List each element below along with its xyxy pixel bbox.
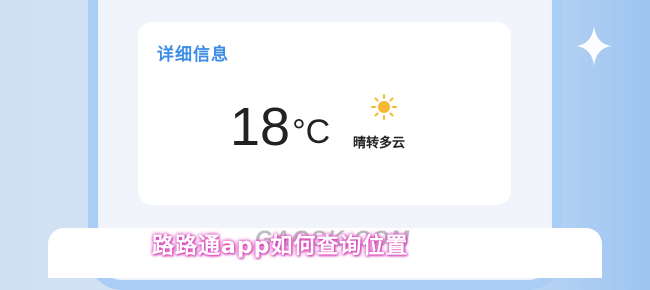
article-title-banner: 路路通app如何查询位置 [152, 234, 409, 259]
sparkle-icon [576, 26, 612, 66]
temperature-readout: 18°C [230, 100, 330, 154]
sun-icon [371, 94, 397, 120]
card-title: 详细信息 [157, 45, 229, 65]
detail-card: 详细信息 18°C 晴转多云 [138, 22, 511, 205]
temperature-unit: °C [292, 113, 331, 151]
temperature-value: 18 [230, 97, 291, 157]
weather-condition: 晴转多云 [353, 136, 406, 151]
